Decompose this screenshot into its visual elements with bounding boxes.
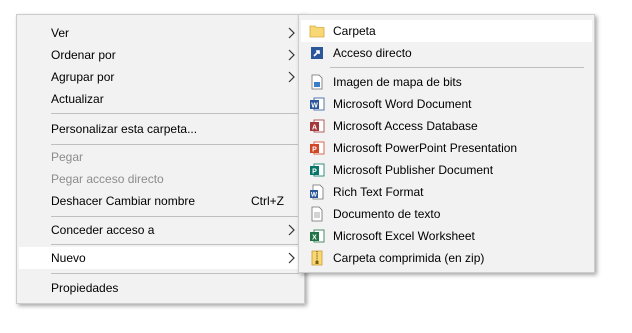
submenu-item-label: Microsoft Word Document [333, 97, 472, 111]
word-icon: W [310, 97, 325, 111]
chevron-right-icon [288, 224, 295, 236]
menu-item-deshacer[interactable]: Deshacer Cambiar nombre Ctrl+Z [17, 190, 304, 212]
submenu-item-texto[interactable]: Documento de texto [299, 203, 594, 225]
menu-separator [51, 216, 299, 217]
submenu-item-carpeta[interactable]: Carpeta [299, 20, 594, 42]
folder-icon [309, 25, 325, 38]
svg-text:W: W [311, 103, 318, 110]
powerpoint-icon: P [310, 141, 325, 155]
shortcut-icon [311, 47, 323, 59]
submenu-item-publisher[interactable]: P Microsoft Publisher Document [299, 159, 594, 181]
chevron-right-icon [288, 49, 295, 61]
new-submenu: Carpeta Acceso directo Imagen de mapa de… [298, 14, 595, 273]
submenu-item-zip[interactable]: Carpeta comprimida (en zip) [299, 247, 594, 269]
submenu-item-label: Microsoft PowerPoint Presentation [333, 141, 518, 155]
menu-item-pegar-acceso-directo: Pegar acceso directo [17, 168, 304, 190]
menu-item-actualizar[interactable]: Actualizar [17, 88, 304, 110]
context-menu: Ver Ordenar por Agrupar por Actualizar P… [16, 14, 305, 304]
menu-item-label: Ver [51, 26, 70, 40]
submenu-item-powerpoint[interactable]: P Microsoft PowerPoint Presentation [299, 137, 594, 159]
submenu-item-label: Rich Text Format [333, 185, 424, 199]
menu-item-label: Personalizar esta carpeta... [51, 122, 198, 136]
submenu-item-imagen-bmp[interactable]: Imagen de mapa de bits [299, 71, 594, 93]
menu-item-nuevo[interactable]: Nuevo [19, 247, 302, 269]
submenu-item-label: Carpeta [333, 24, 376, 38]
submenu-item-label: Microsoft Excel Worksheet [333, 229, 475, 243]
menu-item-label: Pegar acceso directo [51, 172, 164, 186]
menu-item-personalizar-carpeta[interactable]: Personalizar esta carpeta... [17, 118, 304, 140]
menu-item-label: Agrupar por [51, 70, 115, 84]
menu-item-label: Nuevo [51, 251, 86, 265]
submenu-item-label: Imagen de mapa de bits [333, 75, 462, 89]
menu-separator [51, 273, 299, 274]
submenu-item-label: Documento de texto [333, 207, 441, 221]
submenu-item-word[interactable]: W Microsoft Word Document [299, 93, 594, 115]
svg-text:P: P [312, 147, 317, 154]
svg-text:W: W [311, 192, 318, 199]
svg-text:A: A [312, 125, 317, 132]
excel-icon: X [310, 229, 325, 243]
submenu-item-access[interactable]: A Microsoft Access Database [299, 115, 594, 137]
chevron-right-icon [288, 71, 295, 83]
menu-separator [51, 144, 299, 145]
menu-item-label: Pegar [51, 150, 84, 164]
menu-item-ver[interactable]: Ver [17, 22, 304, 44]
publisher-icon: P [310, 163, 325, 177]
submenu-item-rtf[interactable]: W Rich Text Format [299, 181, 594, 203]
shortcut-label: Ctrl+Z [251, 194, 284, 208]
svg-text:P: P [312, 169, 317, 176]
menu-separator [51, 244, 299, 245]
zip-folder-icon [311, 250, 323, 266]
menu-item-label: Actualizar [51, 92, 104, 106]
submenu-item-acceso-directo[interactable]: Acceso directo [299, 42, 594, 64]
svg-text:X: X [312, 235, 317, 242]
menu-item-ordenar-por[interactable]: Ordenar por [17, 44, 304, 66]
menu-separator [330, 67, 584, 68]
submenu-item-excel[interactable]: X Microsoft Excel Worksheet [299, 225, 594, 247]
menu-item-pegar: Pegar [17, 146, 304, 168]
access-icon: A [310, 119, 325, 133]
submenu-item-label: Acceso directo [333, 46, 412, 60]
chevron-right-icon [288, 252, 295, 264]
menu-item-label: Ordenar por [51, 48, 116, 62]
menu-item-label: Propiedades [51, 281, 119, 295]
menu-item-propiedades[interactable]: Propiedades [17, 277, 304, 299]
submenu-item-label: Microsoft Access Database [333, 119, 478, 133]
bitmap-image-icon [311, 74, 323, 90]
submenu-item-label: Carpeta comprimida (en zip) [333, 251, 485, 265]
menu-item-label: Deshacer Cambiar nombre [51, 194, 196, 208]
chevron-right-icon [288, 27, 295, 39]
text-document-icon [311, 206, 323, 222]
menu-item-agrupar-por[interactable]: Agrupar por [17, 66, 304, 88]
rtf-icon: W [310, 184, 324, 200]
submenu-item-label: Microsoft Publisher Document [333, 163, 494, 177]
menu-separator [51, 113, 299, 114]
menu-item-conceder-acceso[interactable]: Conceder acceso a [17, 219, 304, 241]
menu-item-label: Conceder acceso a [51, 223, 155, 237]
